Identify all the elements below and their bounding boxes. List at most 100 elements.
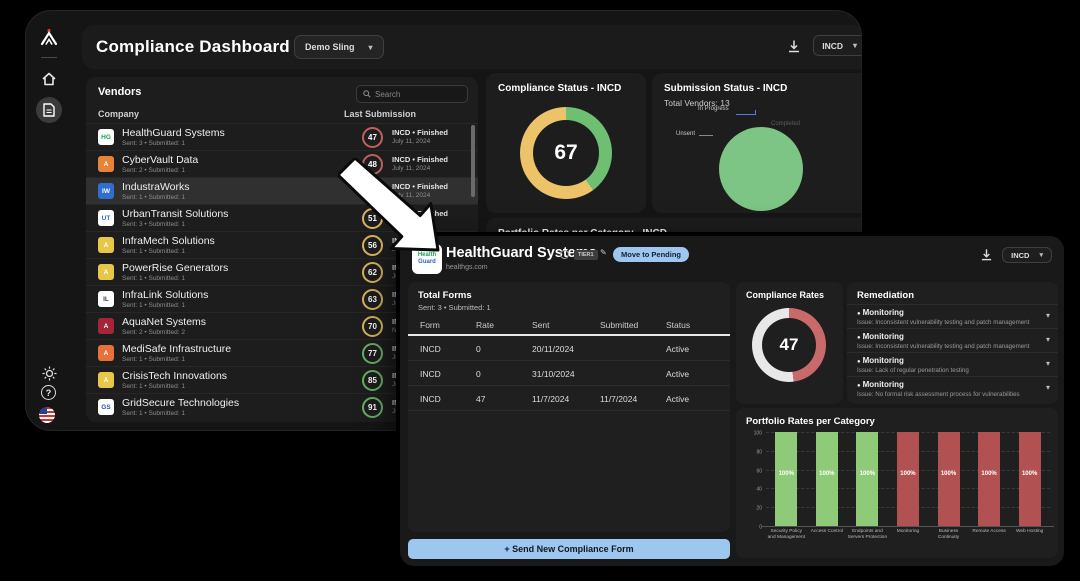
tier-badge: TIER1 [574,250,598,260]
vendor-rate-badge: 63 [362,289,383,310]
filter-dropdown[interactable]: INCD ▾ [813,35,862,56]
search-input[interactable] [375,90,455,99]
x-label: Web Hosting [1010,529,1050,541]
cell-sent: 11/7/2024 [532,394,569,404]
vendor-substats: Sent: 1 • Submitted: 1 [122,302,185,309]
vendor-date: July 11, 2024 [392,192,430,199]
vendor-rate-badge: 62 [362,262,383,283]
vendor-substats: Sent: 2 • Submitted: 1 [122,167,185,174]
column-form: Form [420,320,440,330]
bar-value-label: 100% [978,471,1000,477]
remediation-category: Monitoring [863,380,904,389]
vendor-status: INCD • Finished [392,182,448,191]
vendor-name: UrbanTransit Solutions [122,208,228,220]
y-tick: 20 [740,506,762,512]
vendor-name: InfraLink Solutions [122,289,208,301]
vendor-substats: Sent: 1 • Submitted: 1 [122,356,185,363]
vendor-row[interactable]: UT UrbanTransit Solutions Sent: 3 • Subm… [86,204,478,231]
cell-form: INCD [420,344,441,354]
bar-value-label: 100% [938,471,960,477]
edit-pencil-icon[interactable]: ✎ [600,248,607,257]
remediation-issue: Issue: Inconsistent vulnerability testin… [857,343,1029,350]
bullet-icon: ● [857,311,861,317]
send-compliance-form-button[interactable]: + Send New Compliance Form [408,539,730,559]
remediation-item[interactable]: ●Monitoring Issue: Inconsistent vulnerab… [847,328,1058,352]
vendor-row[interactable]: A CyberVault Data Sent: 2 • Submitted: 1… [86,150,478,177]
portfolio-rates-title: Portfolio Rates per Category [746,416,875,427]
language-flag-icon[interactable] [39,407,55,423]
chevron-down-icon[interactable]: ▾ [1046,311,1050,320]
vendor-logo: A [98,237,114,253]
form-row[interactable]: INCD 0 31/10/2024 Active [408,361,730,386]
download-icon[interactable] [980,248,994,262]
remediation-item[interactable]: ●Monitoring Issue: Lack of regular penet… [847,352,1058,376]
overlay-filter-dropdown[interactable]: INCD ▾ [1002,247,1052,263]
vendor-logo: A [98,372,114,388]
chevron-down-icon: ▾ [369,43,373,52]
y-tick: 60 [740,468,762,474]
x-label: Business Continuity [929,529,969,541]
vendor-rate-badge: 85 [362,370,383,391]
submission-status-title: Submission Status - INCD [664,83,787,94]
cell-status: Active [666,369,689,379]
cell-sent: 20/11/2024 [532,344,574,354]
bar-endpoints: 100% [856,432,878,526]
compliance-rates-card: Compliance Rates 47 [736,282,843,404]
remediation-issue: Issue: Inconsistent vulnerability testin… [857,319,1029,326]
form-row[interactable]: INCD 0 20/11/2024 Active [408,336,730,361]
cell-form: INCD [420,394,441,404]
vendor-row-selected[interactable]: IW IndustraWorks Sent: 1 • Submitted: 1 … [86,177,478,204]
vendor-name: PowerRise Generators [122,262,228,274]
y-tick: 0 [740,525,762,531]
vendor-name: IndustraWorks [122,181,190,193]
download-icon[interactable] [787,39,801,53]
bullet-icon: ● [857,335,861,341]
compliance-status-value: 67 [533,120,599,186]
org-selector-dropdown[interactable]: Demo Sling ▾ [294,35,384,59]
vendor-name: MediSafe Infrastructure [122,343,231,355]
vendor-search[interactable] [356,85,468,103]
vendor-substats: Sent: 1 • Submitted: 1 [122,194,185,201]
move-to-pending-button[interactable]: Move to Pending [613,247,689,262]
vendor-rate-badge: 56 [362,235,383,256]
compliance-rates-donut: 47 [752,308,826,382]
bar-value-label: 100% [816,471,838,477]
submission-status-pie [719,127,803,211]
bar-business-continuity: 100% [938,432,960,526]
vendor-row[interactable]: HG HealthGuard Systems Sent: 3 • Submitt… [86,123,478,150]
bar-value-label: 100% [897,471,919,477]
home-icon[interactable] [39,69,59,89]
vendor-domain: healthgs.com [446,264,488,271]
vendor-date: July 11, 2024 [392,219,430,226]
info-icon[interactable]: i [560,250,569,259]
total-forms-substats: Sent: 3 • Submitted: 1 [418,303,491,312]
forms-icon[interactable] [36,97,62,123]
vendors-scrollbar[interactable] [471,125,475,197]
y-tick: 80 [740,449,762,455]
theme-toggle-icon[interactable] [39,363,59,383]
remediation-issue: Issue: Lack of regular penetration testi… [857,367,969,374]
x-axis-labels: Security Policy and Management Access Co… [766,529,1050,541]
column-sent: Sent [532,320,550,330]
chevron-down-icon[interactable]: ▾ [1046,383,1050,392]
vendor-substats: Sent: 1 • Submitted: 1 [122,248,185,255]
chevron-down-icon[interactable]: ▾ [1046,359,1050,368]
logo-line-2: Guard [418,259,436,266]
vendor-date: July 11, 2024 [392,138,430,145]
remediation-item[interactable]: ●Monitoring Issue: Inconsistent vulnerab… [847,304,1058,328]
bar-monitoring: 100% [897,432,919,526]
cell-status: Active [666,344,689,354]
remediation-item[interactable]: ●Monitoring Issue: No formal risk assess… [847,376,1058,400]
bullet-icon: ● [857,383,861,389]
vendor-logo: A [98,264,114,280]
vendor-name: HealthGuard Systems [122,127,225,139]
remediation-card: Remediation ●Monitoring Issue: Inconsist… [847,282,1058,404]
chevron-down-icon[interactable]: ▾ [1046,335,1050,344]
remediation-title: Remediation [857,290,914,301]
form-row[interactable]: INCD 47 11/7/2024 11/7/2024 Active [408,386,730,411]
vendor-name: InfraMech Solutions [122,235,215,247]
total-forms-title: Total Forms [418,290,472,301]
bar-value-label: 100% [775,471,797,477]
pie-label-completed: Completed [771,121,800,127]
help-icon[interactable]: ? [41,385,56,400]
